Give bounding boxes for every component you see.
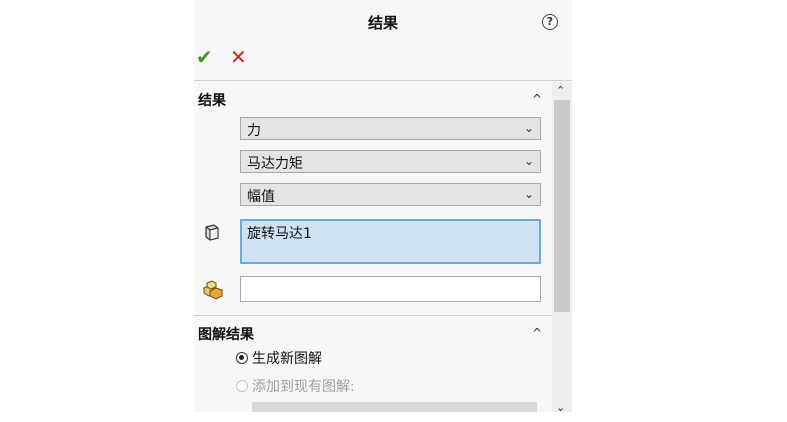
result-component-select[interactable]: 幅值 ⌄ — [240, 183, 541, 206]
chevron-down-icon: ⌄ — [523, 121, 534, 135]
list-item[interactable]: 旋转马达1 — [247, 223, 312, 243]
assembly-icon — [203, 280, 223, 300]
close-icon[interactable]: ✕ — [230, 45, 247, 69]
new-plot-label[interactable]: 生成新图解 — [252, 348, 322, 368]
plot-section-title: 图解结果 — [198, 327, 254, 343]
section-divider — [194, 315, 572, 316]
check-icon[interactable]: ✔ — [196, 45, 213, 69]
plot-collapse-icon[interactable]: ^ — [532, 326, 542, 340]
result-component-value: 幅值 — [247, 189, 275, 205]
chevron-down-icon: ⌄ — [523, 187, 534, 201]
panel-scrollbar[interactable]: ⌃ ⌄ — [552, 82, 572, 412]
scroll-up-icon[interactable]: ⌃ — [556, 84, 565, 97]
results-collapse-icon[interactable]: ^ — [532, 92, 542, 106]
result-category-select[interactable]: 力 ⌄ — [240, 117, 541, 140]
component-selection-list[interactable]: 旋转马达1 — [240, 219, 541, 264]
header-divider — [194, 80, 572, 81]
results-property-manager: 结果 ? ✔ ✕ 结果 ^ 力 ⌄ 马达力矩 ⌄ 幅值 ⌄ 旋转马达1 图解结果… — [194, 0, 572, 412]
add-to-existing-plot-radio — [236, 380, 248, 392]
reference-component-field[interactable] — [240, 276, 541, 302]
result-category-value: 力 — [247, 123, 261, 139]
result-subcategory-value: 马达力矩 — [247, 156, 303, 172]
panel-title: 结果 — [367, 14, 398, 32]
chevron-down-icon: ⌄ — [523, 154, 534, 168]
part-icon — [205, 224, 219, 241]
new-plot-radio[interactable] — [236, 352, 248, 364]
result-subcategory-select[interactable]: 马达力矩 ⌄ — [240, 150, 541, 173]
add-to-existing-plot-label: 添加到现有图解: — [252, 379, 355, 395]
existing-plot-select — [252, 402, 537, 412]
results-section-title: 结果 — [198, 93, 226, 109]
scroll-down-icon[interactable]: ⌄ — [556, 401, 565, 412]
help-icon[interactable]: ? — [542, 14, 558, 30]
scroll-thumb[interactable] — [554, 100, 570, 312]
